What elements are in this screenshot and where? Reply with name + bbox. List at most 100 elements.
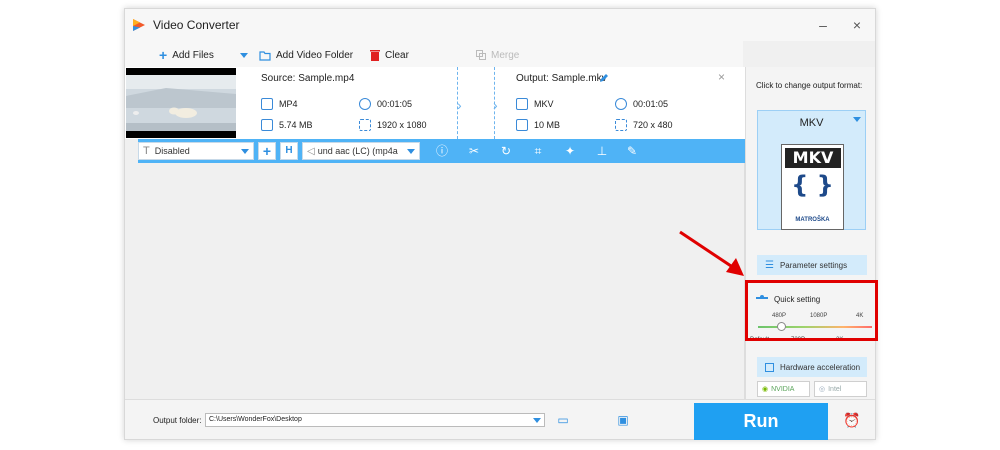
output-folder-input[interactable]: C:\Users\WonderFox\Desktop: [205, 413, 545, 427]
alarm-clock-icon[interactable]: ⏰: [843, 412, 861, 430]
chevron-right-icon: ›: [457, 97, 462, 113]
mkv-logo-text: MKV: [785, 148, 841, 168]
title-bar: Video Converter – ×: [125, 9, 875, 41]
minimize-button[interactable]: –: [813, 15, 833, 35]
video-thumbnail[interactable]: [126, 68, 236, 138]
parameter-settings-label: Parameter settings: [779, 260, 848, 270]
highlight-box: [745, 280, 878, 341]
trash-icon: [370, 50, 380, 61]
open-folder-icon[interactable]: ▭: [555, 413, 571, 427]
parameter-settings-button[interactable]: ☰ Parameter settings: [757, 255, 867, 275]
merge-icon: [476, 50, 486, 60]
dropdown-arrow-icon: [853, 117, 861, 122]
app-title: Video Converter: [153, 18, 240, 32]
speaker-icon: ◁: [307, 145, 315, 157]
add-subtitle-button[interactable]: +: [258, 142, 276, 160]
file-list-area: Source: Sample.mp4 MP4 00:01:05 5.74 MB …: [125, 67, 745, 399]
plus-icon: +: [159, 47, 168, 63]
add-files-button[interactable]: + Add Files: [159, 47, 214, 63]
output-format: MKV: [516, 98, 554, 110]
rotate-icon[interactable]: ↻: [498, 143, 514, 159]
browse-folder-icon[interactable]: ▣: [615, 413, 631, 427]
nvidia-label: NVIDIA: [771, 385, 795, 393]
app-window: Video Converter – × + Add Files Add Vide…: [124, 8, 876, 440]
source-format-value: MP4: [279, 99, 298, 109]
intel-logo-icon: ◎: [819, 386, 826, 393]
mkv-logo-brace: { }: [791, 171, 834, 199]
video-format-icon: [516, 98, 528, 110]
crop-icon[interactable]: ⌗: [530, 143, 546, 159]
output-size-value: 10 MB: [534, 120, 561, 130]
audio-track-value: und aac (LC) (mp4a: [317, 146, 398, 156]
source-duration-value: 00:01:05: [377, 99, 413, 109]
folder-icon: [259, 50, 271, 61]
resolution-icon: [615, 119, 627, 131]
intel-option[interactable]: ◎ Intel: [814, 381, 867, 397]
edit-pencil-icon[interactable]: [599, 73, 609, 83]
subtitle-value: Disabled: [154, 146, 190, 156]
edit-icon[interactable]: ✎: [624, 143, 640, 159]
hardware-acceleration-button[interactable]: Hardware acceleration: [757, 357, 867, 377]
clock-icon: [359, 98, 371, 110]
source-size-value: 5.74 MB: [279, 120, 313, 130]
audio-track-dropdown[interactable]: ◁ und aac (LC) (mp4a: [302, 142, 420, 160]
nvidia-eye-icon: ◉: [762, 386, 769, 393]
separator-right: [494, 67, 495, 139]
dropdown-arrow-icon: [407, 149, 415, 154]
output-format-selector[interactable]: MKV MKV { } MATROŠKA: [757, 110, 866, 230]
source-format: MP4: [261, 98, 298, 110]
trim-scissors-icon[interactable]: ✂: [466, 143, 482, 159]
add-video-folder-button[interactable]: Add Video Folder: [240, 47, 353, 63]
source-resolution: 1920 x 1080: [359, 119, 427, 131]
dropdown-arrow-icon: [241, 149, 249, 154]
file-item: Source: Sample.mp4 MP4 00:01:05 5.74 MB …: [125, 67, 745, 139]
chip-icon: [765, 362, 774, 372]
nvidia-option[interactable]: ◉ NVIDIA: [757, 381, 810, 397]
video-format-icon: [261, 98, 273, 110]
effects-wand-icon[interactable]: ✦: [562, 143, 578, 159]
clear-label: Clear: [385, 49, 409, 61]
app-logo-icon: [133, 19, 145, 31]
file-edit-toolbar: T Disabled + H ◁ und aac (LC) (mp4a ⓘ ✂ …: [138, 139, 745, 163]
add-video-folder-label: Add Video Folder: [276, 49, 354, 61]
output-format-panel: Click to change output format: MKV MKV {…: [745, 67, 875, 399]
close-button[interactable]: ×: [847, 15, 867, 35]
watermark-stamp-icon[interactable]: ⊥: [594, 143, 610, 159]
merge-label: Merge: [491, 49, 520, 61]
resolution-icon: [359, 119, 371, 131]
output-duration-value: 00:01:05: [633, 99, 669, 109]
output-duration: 00:01:05: [615, 98, 668, 110]
output-format-value: MKV: [534, 99, 554, 109]
main-toolbar: + Add Files Add Video Folder Clear Merge: [125, 41, 743, 67]
subtitle-settings-button[interactable]: H: [280, 142, 298, 160]
source-resolution-value: 1920 x 1080: [377, 120, 427, 130]
file-size-icon: [261, 119, 273, 131]
clear-button[interactable]: Clear: [370, 47, 409, 63]
run-button[interactable]: Run: [694, 403, 828, 440]
output-resolution: 720 x 480: [615, 119, 673, 131]
merge-button[interactable]: Merge: [476, 47, 519, 63]
mkv-logo: MKV { } MATROŠKA: [781, 144, 844, 230]
subtitle-icon: T: [143, 145, 150, 157]
source-size: 5.74 MB: [261, 119, 313, 131]
output-resolution-value: 720 x 480: [633, 120, 673, 130]
sliders-icon: ☰: [765, 259, 774, 271]
add-files-label: Add Files: [172, 49, 214, 61]
dropdown-arrow-icon[interactable]: [533, 418, 541, 423]
output-folder-label: Output folder:: [153, 416, 202, 425]
subtitle-dropdown[interactable]: T Disabled: [138, 142, 254, 160]
output-format-name: MKV: [799, 117, 824, 129]
output-size: 10 MB: [516, 119, 560, 131]
hardware-acceleration-label: Hardware acceleration: [780, 362, 861, 372]
clock-icon: [615, 98, 627, 110]
mkv-logo-sub: MATROŠKA: [795, 217, 830, 223]
intel-label: Intel: [828, 385, 842, 393]
output-format-header: Click to change output format:: [756, 81, 863, 90]
source-duration: 00:01:05: [359, 98, 412, 110]
source-filename: Source: Sample.mp4: [261, 73, 355, 84]
output-filename: Output: Sample.mkv: [516, 73, 607, 84]
dropdown-arrow-icon: [240, 52, 248, 58]
remove-file-icon[interactable]: ×: [718, 70, 725, 84]
info-icon[interactable]: ⓘ: [434, 143, 450, 159]
file-size-icon: [516, 119, 528, 131]
